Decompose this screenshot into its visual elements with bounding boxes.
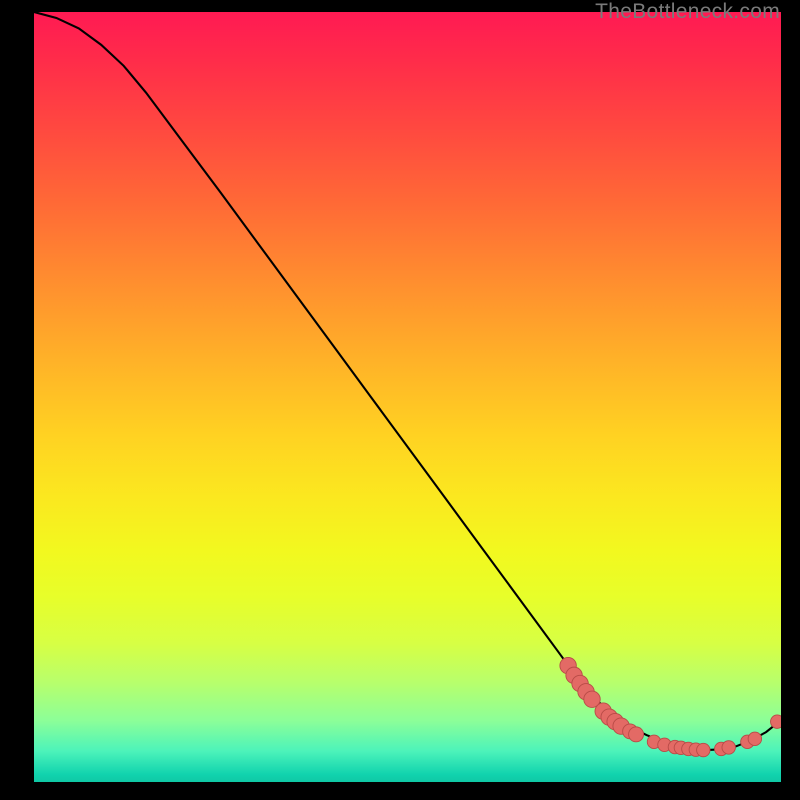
bottleneck-curve [34,12,781,750]
data-marker [722,741,735,754]
chart-svg [34,12,781,759]
data-marker [748,732,761,745]
data-marker [771,715,781,728]
plot-area [34,12,781,782]
marker-group [560,657,781,756]
data-marker [697,743,710,756]
data-marker [629,727,644,742]
watermark-text: TheBottleneck.com [595,0,780,24]
chart-stage: TheBottleneck.com [0,0,800,800]
